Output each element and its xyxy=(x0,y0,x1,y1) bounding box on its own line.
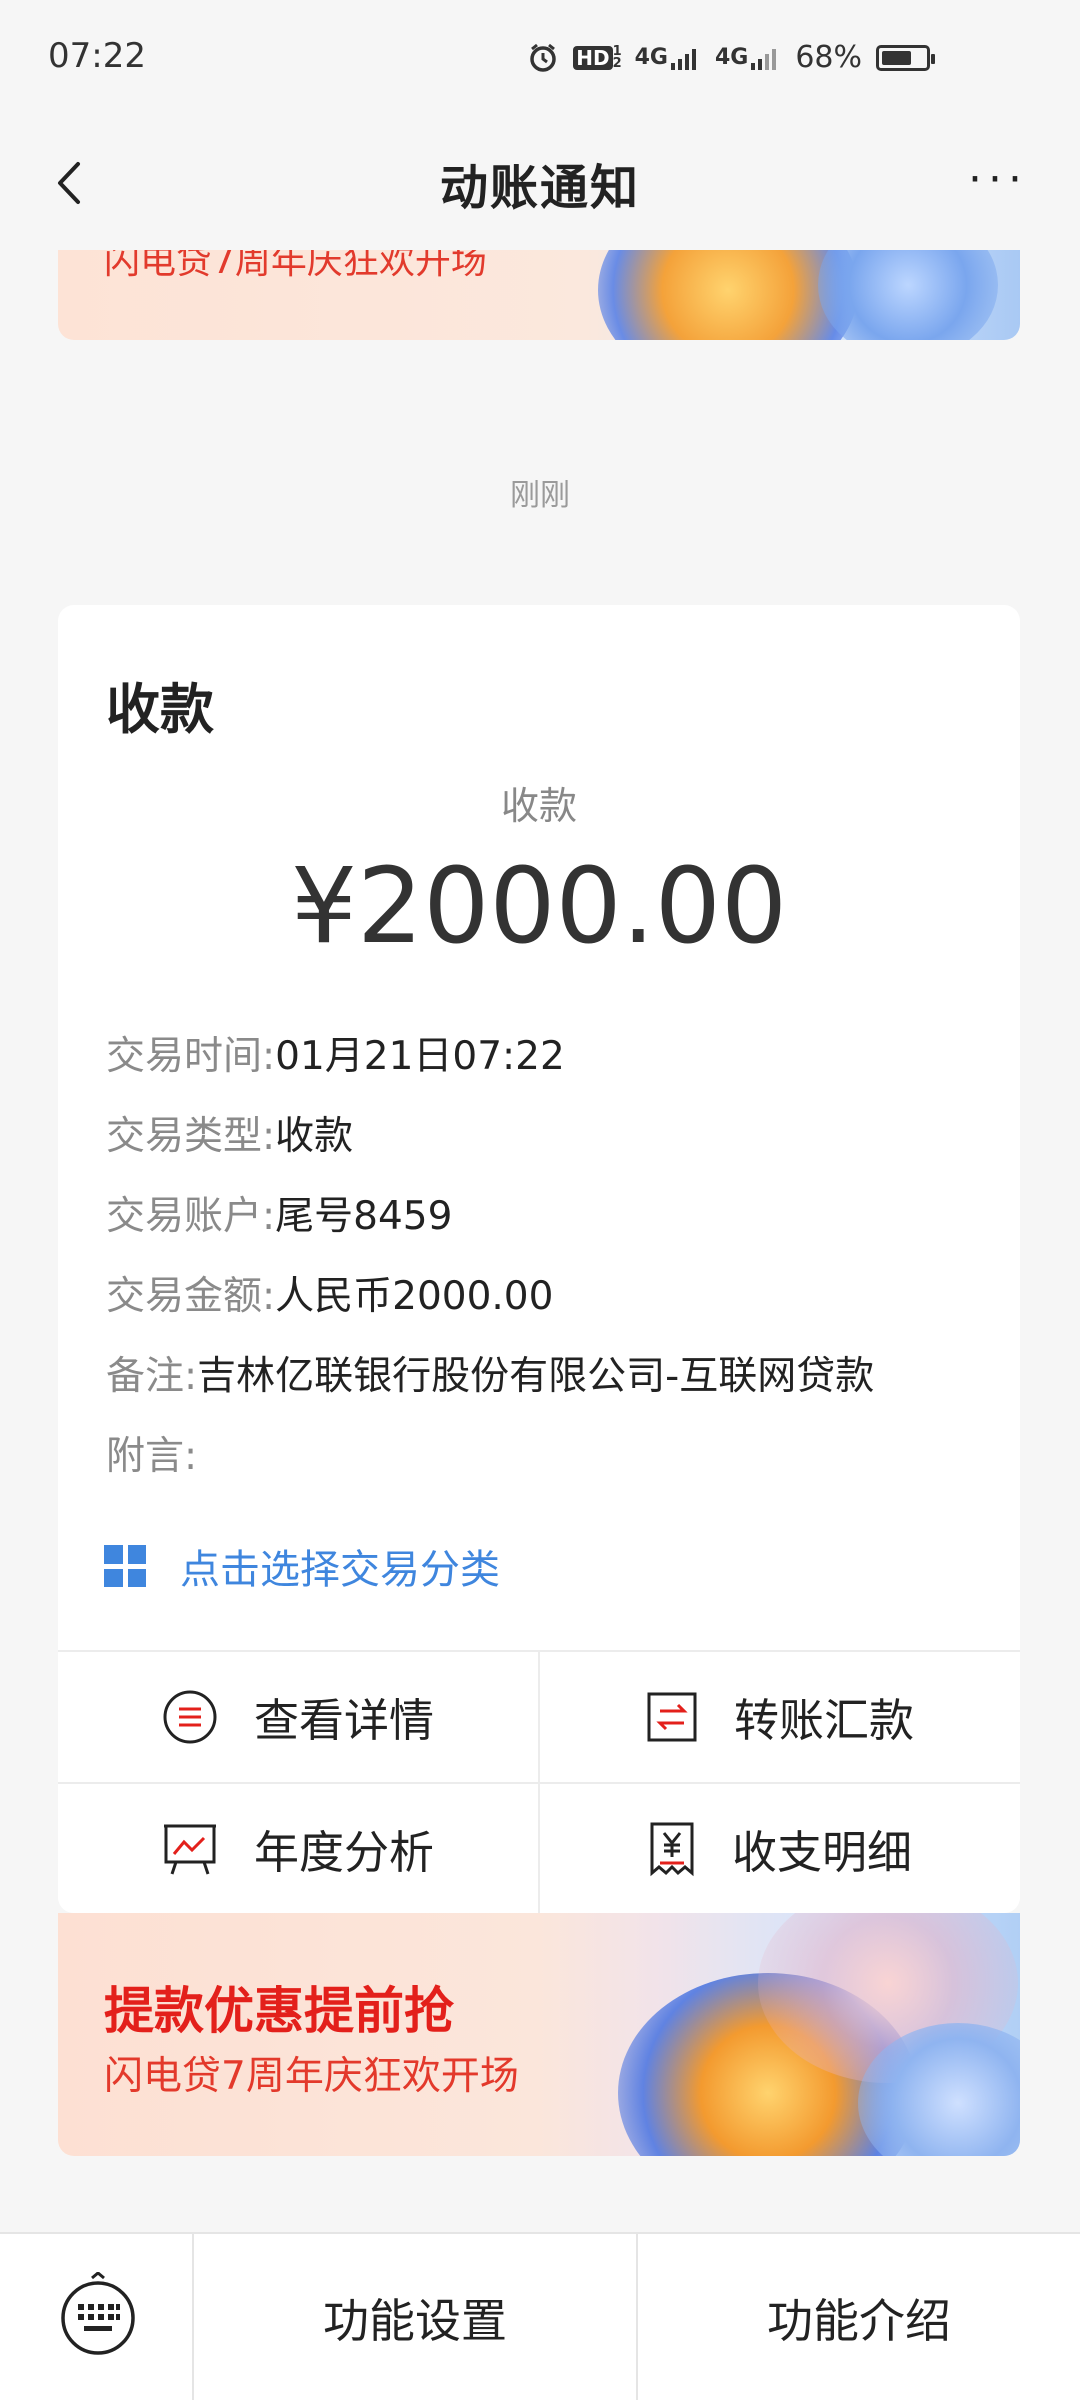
grid-icon xyxy=(104,1545,146,1587)
more-icon[interactable]: ··· xyxy=(968,158,1028,202)
detail-row-type: 交易类型:收款 xyxy=(106,1105,353,1161)
promo-title: 提款优惠提前抢 xyxy=(104,1982,454,2040)
detail-row-remark: 备注:吉林亿联银行股份有限公司-互联网贷款 xyxy=(106,1345,874,1401)
detail-row-postscript: 附言: xyxy=(106,1425,197,1481)
grid-divider xyxy=(538,1650,540,1913)
action-label: 年度分析 xyxy=(253,1826,434,1879)
card-title: 收款 xyxy=(106,678,214,741)
transfer-button[interactable]: 转账汇款 xyxy=(540,1650,1020,1781)
status-bar: 07:22 HD 1 2 4G 4G 68% xyxy=(0,0,1080,110)
list-circle-icon xyxy=(163,1690,217,1743)
detail-key: 交易类型: xyxy=(106,1114,276,1159)
top-banner-text: 闪电贷7周年庆狂欢开场 xyxy=(104,250,487,282)
keyboard-icon[interactable] xyxy=(56,2272,140,2356)
action-label: 收支明细 xyxy=(731,1826,912,1879)
action-grid: 查看详情 转账汇款 年度分析 收支明细 xyxy=(58,1650,1020,1913)
signal-icon-2 xyxy=(751,49,777,70)
detail-row-time: 交易时间:01月21日07:22 xyxy=(106,1025,565,1081)
annual-analysis-button[interactable]: 年度分析 xyxy=(58,1782,538,1913)
signal-icon xyxy=(670,49,696,70)
detail-value: 人民币2000.00 xyxy=(275,1274,554,1319)
receipt-icon xyxy=(650,1822,694,1876)
function-settings-button[interactable]: 功能设置 xyxy=(194,2234,636,2400)
chart-board-icon xyxy=(163,1824,216,1874)
battery-percent: 68% xyxy=(795,40,862,75)
detail-key: 交易金额: xyxy=(106,1274,276,1319)
detail-row-account: 交易账户:尾号8459 xyxy=(106,1185,452,1241)
detail-value: 尾号8459 xyxy=(275,1194,453,1239)
notification-card: 收款 收款 ¥2000.00 交易时间:01月21日07:22 交易类型:收款 … xyxy=(58,605,1020,1913)
detail-key: 附言: xyxy=(106,1434,198,1479)
hd-label: HD xyxy=(573,45,613,70)
page-title: 动账通知 xyxy=(439,160,640,216)
status-icons: HD 1 2 4G 4G 68% xyxy=(527,40,935,75)
detail-key: 交易账户: xyxy=(106,1194,276,1239)
detail-value: 吉林亿联银行股份有限公司-互联网贷款 xyxy=(197,1354,875,1399)
detail-key: 交易时间: xyxy=(106,1034,276,1079)
network-label-2: 4G xyxy=(714,45,749,70)
transfer-icon xyxy=(647,1692,697,1741)
detail-row-amount: 交易金额:人民币2000.00 xyxy=(106,1265,553,1321)
bottom-bar: 功能设置 功能介绍 xyxy=(0,2232,1080,2400)
promo-banner[interactable]: 提款优惠提前抢 闪电贷7周年庆狂欢开场 xyxy=(58,1913,1020,2156)
select-category-link[interactable]: 点击选择交易分类 xyxy=(104,1537,500,1595)
banner-decoration xyxy=(818,250,998,340)
function-intro-button[interactable]: 功能介绍 xyxy=(638,2234,1080,2400)
action-label: 转账汇款 xyxy=(733,1694,914,1747)
top-promo-banner[interactable]: 闪电贷7周年庆狂欢开场 xyxy=(58,250,1020,340)
detail-value: 收款 xyxy=(275,1114,354,1159)
amount-value: ¥2000.00 xyxy=(290,845,788,967)
amount-label: 收款 xyxy=(500,784,577,828)
income-expense-details-button[interactable]: 收支明细 xyxy=(540,1782,1020,1913)
message-timestamp: 刚刚 xyxy=(510,478,570,513)
action-label: 查看详情 xyxy=(253,1694,434,1747)
battery-icon xyxy=(876,44,935,71)
network-label-1: 4G xyxy=(634,45,668,70)
detail-value: 01月21日07:22 xyxy=(275,1034,565,1079)
promo-subtitle: 闪电贷7周年庆狂欢开场 xyxy=(104,2054,519,2099)
detail-key: 备注: xyxy=(106,1354,198,1399)
alarm-icon xyxy=(530,43,556,72)
category-link-text: 点击选择交易分类 xyxy=(180,1547,500,1593)
view-details-button[interactable]: 查看详情 xyxy=(58,1650,538,1781)
hd-sub: 1 2 xyxy=(612,43,622,71)
status-time: 07:22 xyxy=(48,36,146,76)
nav-bar: 动账通知 ··· xyxy=(0,110,1080,250)
